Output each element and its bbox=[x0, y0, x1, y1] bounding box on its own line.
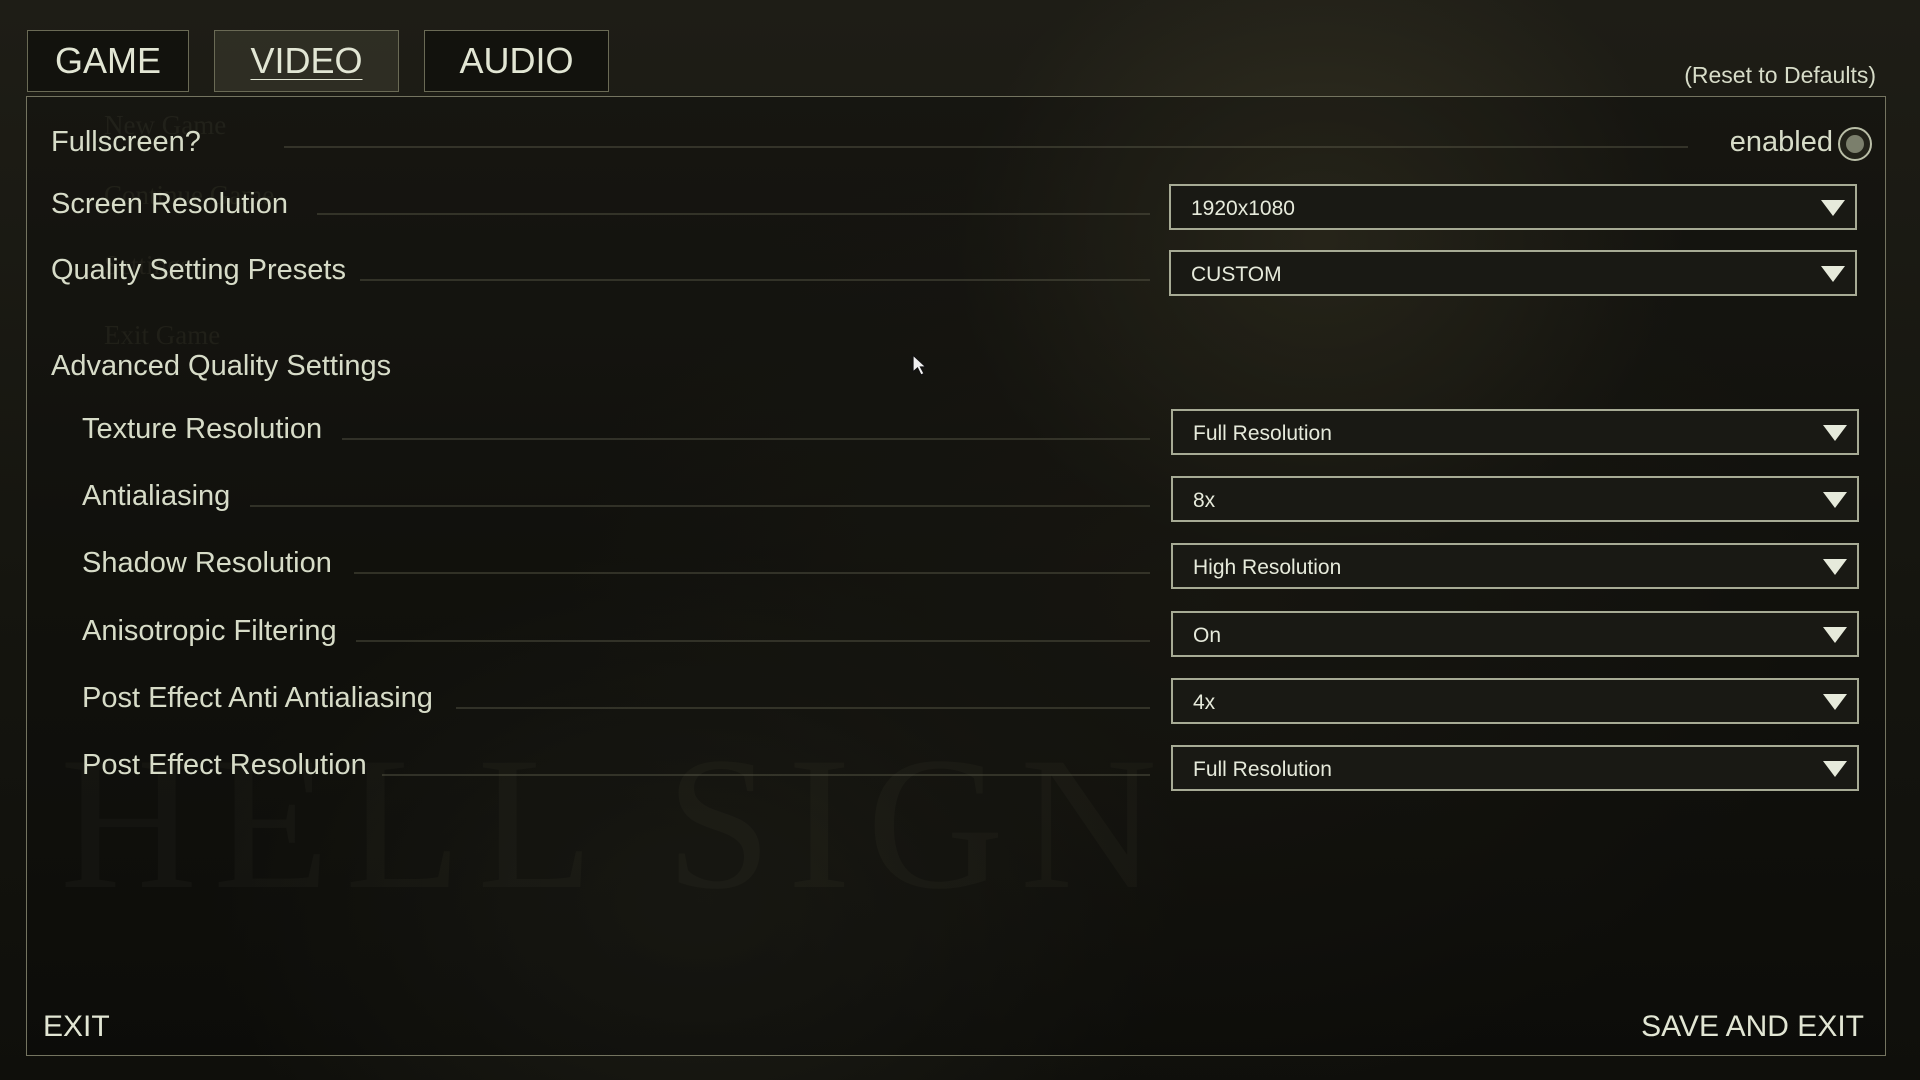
dropdown-value: Full Resolution bbox=[1193, 758, 1332, 781]
reset-to-defaults-link[interactable]: (Reset to Defaults) bbox=[1684, 62, 1876, 89]
anisotropic-filtering-label: Anisotropic Filtering bbox=[82, 615, 337, 647]
row-divider bbox=[456, 707, 1150, 709]
chevron-down-icon bbox=[1823, 761, 1847, 777]
dropdown-value: Full Resolution bbox=[1193, 422, 1332, 445]
mouse-pointer-icon bbox=[912, 354, 928, 376]
antialiasing-dropdown[interactable]: 8x bbox=[1171, 476, 1859, 522]
post-effect-resolution-dropdown[interactable]: Full Resolution bbox=[1171, 745, 1859, 791]
chevron-down-icon bbox=[1823, 425, 1847, 441]
texture-resolution-label: Texture Resolution bbox=[82, 413, 323, 445]
row-divider bbox=[284, 146, 1688, 148]
shadow-resolution-label: Shadow Resolution bbox=[82, 547, 332, 579]
row-divider bbox=[360, 279, 1150, 281]
exit-button[interactable]: EXIT bbox=[43, 1010, 110, 1044]
dropdown-value: 4x bbox=[1193, 691, 1216, 714]
dropdown-value: 8x bbox=[1193, 489, 1216, 512]
fullscreen-label: Fullscreen? bbox=[51, 126, 201, 158]
tab-audio-label: AUDIO bbox=[459, 40, 574, 81]
shadow-resolution-dropdown[interactable]: High Resolution bbox=[1171, 543, 1859, 589]
texture-resolution-dropdown[interactable]: Full Resolution bbox=[1171, 409, 1859, 455]
quality-presets-dropdown[interactable]: CUSTOM bbox=[1169, 250, 1857, 296]
row-divider bbox=[356, 640, 1150, 642]
save-and-exit-button[interactable]: SAVE AND EXIT bbox=[1641, 1010, 1864, 1044]
tab-video-label: VIDEO bbox=[250, 40, 363, 81]
chevron-down-icon bbox=[1823, 627, 1847, 643]
chevron-down-icon bbox=[1821, 266, 1845, 282]
row-divider bbox=[317, 213, 1150, 215]
tab-video[interactable]: VIDEO bbox=[214, 30, 399, 92]
row-divider bbox=[250, 505, 1150, 507]
fullscreen-value: enabled bbox=[1729, 126, 1833, 158]
chevron-down-icon bbox=[1821, 200, 1845, 216]
chevron-down-icon bbox=[1823, 694, 1847, 710]
dropdown-value: High Resolution bbox=[1193, 556, 1342, 579]
quality-presets-label: Quality Setting Presets bbox=[51, 254, 346, 286]
tab-game[interactable]: GAME bbox=[27, 30, 189, 92]
row-divider bbox=[342, 438, 1150, 440]
post-effect-antialiasing-label: Post Effect Anti Antialiasing bbox=[82, 682, 433, 714]
screen-resolution-dropdown[interactable]: 1920x1080 bbox=[1169, 184, 1857, 230]
row-divider bbox=[382, 774, 1150, 776]
dropdown-value: CUSTOM bbox=[1191, 263, 1282, 286]
chevron-down-icon bbox=[1823, 559, 1847, 575]
dropdown-value: On bbox=[1193, 624, 1222, 647]
row-divider bbox=[354, 572, 1150, 574]
chevron-down-icon bbox=[1823, 492, 1847, 508]
tab-game-label: GAME bbox=[54, 40, 161, 81]
anisotropic-filtering-dropdown[interactable]: On bbox=[1171, 611, 1859, 657]
screen-resolution-label: Screen Resolution bbox=[51, 188, 288, 220]
tab-audio[interactable]: AUDIO bbox=[424, 30, 609, 92]
advanced-settings-heading: Advanced Quality Settings bbox=[51, 350, 392, 382]
fullscreen-toggle[interactable] bbox=[1838, 127, 1872, 161]
post-effect-antialiasing-dropdown[interactable]: 4x bbox=[1171, 678, 1859, 724]
antialiasing-label: Antialiasing bbox=[82, 480, 231, 512]
post-effect-resolution-label: Post Effect Resolution bbox=[82, 749, 367, 781]
dropdown-value: 1920x1080 bbox=[1191, 197, 1295, 220]
